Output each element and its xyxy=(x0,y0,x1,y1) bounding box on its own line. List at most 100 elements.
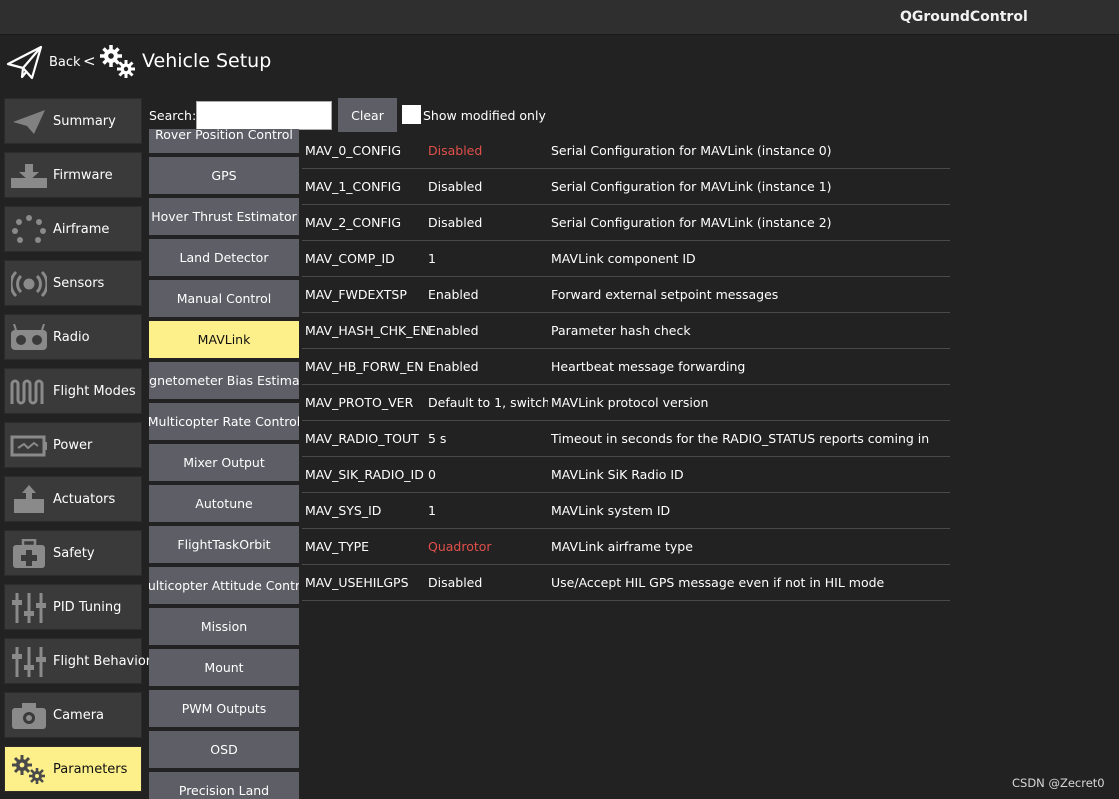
table-row[interactable]: MAV_SIK_RADIO_ID 0 MAVLink SiK Radio ID xyxy=(302,457,950,493)
param-description: MAVLink protocol version xyxy=(551,395,709,410)
nav-label: Flight Modes xyxy=(53,384,136,399)
group-rover-position-control[interactable]: Rover Position Control xyxy=(149,129,299,153)
param-name: MAV_FWDEXTSP xyxy=(305,287,407,302)
group-label: Multicopter Rate Control xyxy=(149,414,299,429)
param-description: MAVLink component ID xyxy=(551,251,696,266)
nav-label: Sensors xyxy=(53,276,105,291)
group-autotune[interactable]: Autotune xyxy=(149,485,299,522)
parameter-group-list: Rover Position Control GPS Hover Thrust Es… xyxy=(146,129,302,799)
table-row[interactable]: MAV_HB_FORW_EN Enabled Heartbeat message f… xyxy=(302,349,950,385)
nav-flight-modes[interactable]: Flight Modes xyxy=(4,368,142,414)
group-mavlink[interactable]: MAVLink xyxy=(149,321,299,358)
table-row[interactable]: MAV_USEHILGPS Disabled Use/Accept HIL GPS … xyxy=(302,565,950,601)
group-label: Autotune xyxy=(195,496,253,511)
dots-circle-icon xyxy=(9,215,49,245)
group-gps[interactable]: GPS xyxy=(149,157,299,194)
gears-icon xyxy=(100,45,135,78)
param-name: MAV_PROTO_VER xyxy=(305,395,414,410)
group-label: GPS xyxy=(211,168,237,183)
param-description: Forward external setpoint messages xyxy=(551,287,779,302)
table-row[interactable]: MAV_1_CONFIG Disabled Serial Configuration… xyxy=(302,169,950,205)
group-mixer-output[interactable]: Mixer Output xyxy=(149,444,299,481)
param-value: Disabled xyxy=(428,575,483,590)
group-label: Rover Position Control xyxy=(155,129,293,142)
group-land-detector[interactable]: Land Detector xyxy=(149,239,299,276)
table-row[interactable]: MAV_SYS_ID 1 MAVLink system ID xyxy=(302,493,950,529)
nav-sensors[interactable]: Sensors xyxy=(4,260,142,306)
group-magnetometer-bias-estimator[interactable]: Magnetometer Bias Estimator xyxy=(149,362,299,399)
param-description: Serial Configuration for MAVLink (instan… xyxy=(551,179,832,194)
nav-camera[interactable]: Camera xyxy=(4,692,142,738)
nav-safety[interactable]: Safety xyxy=(4,530,142,576)
param-value: 1 xyxy=(428,503,436,518)
nav-pid-tuning[interactable]: PID Tuning xyxy=(4,584,142,630)
group-label: PWM Outputs xyxy=(181,701,267,716)
group-manual-control[interactable]: Manual Control xyxy=(149,280,299,317)
gears-icon xyxy=(9,755,49,785)
param-name: MAV_HB_FORW_EN xyxy=(305,359,424,374)
clear-button[interactable]: Clear xyxy=(338,98,397,132)
actuator-icon xyxy=(9,485,49,515)
nav-airframe[interactable]: Airframe xyxy=(4,206,142,252)
group-multicopter-attitude-control[interactable]: Multicopter Attitude Control xyxy=(149,567,299,604)
table-row[interactable]: MAV_TYPE Quadrotor MAVLink airframe type xyxy=(302,529,950,565)
table-row[interactable]: MAV_HASH_CHK_EN Enabled Parameter hash che… xyxy=(302,313,950,349)
nav-flight-behavior[interactable]: Flight Behavior xyxy=(4,638,151,684)
group-pwm-outputs[interactable]: PWM Outputs xyxy=(149,690,299,727)
param-name: MAV_COMP_ID xyxy=(305,251,395,266)
group-mission[interactable]: Mission xyxy=(149,608,299,645)
group-label: FlightTaskOrbit xyxy=(177,537,271,552)
param-name: MAV_SIK_RADIO_ID xyxy=(305,467,424,482)
breadcrumb-separator: < xyxy=(83,52,96,70)
param-name: MAV_2_CONFIG xyxy=(305,215,402,230)
param-description: Heartbeat message forwarding xyxy=(551,359,746,374)
param-value: Quadrotor xyxy=(428,539,492,554)
group-mount[interactable]: Mount xyxy=(149,649,299,686)
nav-firmware[interactable]: Firmware xyxy=(4,152,142,198)
table-row[interactable]: MAV_RADIO_TOUT 5 s Timeout in seconds for … xyxy=(302,421,950,457)
group-label: Mixer Output xyxy=(183,455,265,470)
nav-label: Camera xyxy=(53,708,105,723)
nav-parameters[interactable]: Parameters xyxy=(4,746,142,792)
paper-plane-icon xyxy=(9,107,49,137)
table-row[interactable]: MAV_PROTO_VER Default to 1, switch to 2 i… xyxy=(302,385,950,421)
table-row[interactable]: MAV_COMP_ID 1 MAVLink component ID xyxy=(302,241,950,277)
nav-power[interactable]: Power xyxy=(4,422,142,468)
group-precision-land[interactable]: Precision Land xyxy=(149,772,299,799)
param-name: MAV_TYPE xyxy=(305,539,370,554)
group-multicopter-rate-control[interactable]: Multicopter Rate Control xyxy=(149,403,299,440)
nav-actuators[interactable]: Actuators xyxy=(4,476,142,522)
param-value: Enabled xyxy=(428,359,479,374)
param-description: Timeout in seconds for the RADIO_STATUS … xyxy=(551,431,930,446)
nav-summary[interactable]: Summary xyxy=(4,98,142,144)
param-description: Serial Configuration for MAVLink (instan… xyxy=(551,143,832,158)
search-bar: Search: Clear Show modified only xyxy=(146,97,566,133)
table-row[interactable]: MAV_0_CONFIG Disabled Serial Configuration… xyxy=(302,133,950,169)
show-modified-checkbox[interactable] xyxy=(402,105,421,124)
table-row[interactable]: MAV_FWDEXTSP Enabled Forward external setp… xyxy=(302,277,950,313)
nav-radio[interactable]: Radio xyxy=(4,314,142,360)
show-modified-label: Show modified only xyxy=(423,108,546,123)
setup-sidebar: Summary Firmware Airframe Sensors Radio Fligh… xyxy=(0,95,151,799)
nav-label: Radio xyxy=(53,330,90,345)
group-label: Hover Thrust Estimator xyxy=(151,209,297,224)
group-label: OSD xyxy=(210,742,238,757)
back-button[interactable]: Back xyxy=(49,55,81,70)
group-label: Mount xyxy=(204,660,244,675)
group-osd[interactable]: OSD xyxy=(149,731,299,768)
page-title: Vehicle Setup xyxy=(142,50,272,72)
sliders-icon xyxy=(9,593,49,623)
group-label: Land Detector xyxy=(179,250,269,265)
search-input[interactable] xyxy=(196,101,332,130)
group-hover-thrust-estimator[interactable]: Hover Thrust Estimator xyxy=(149,198,299,235)
param-description: Parameter hash check xyxy=(551,323,691,338)
group-label: Mission xyxy=(200,619,248,634)
paper-plane-back-icon[interactable] xyxy=(6,44,44,82)
param-value: 5 s xyxy=(428,431,447,446)
parameter-table: MAV_0_CONFIG Disabled Serial Configuration… xyxy=(302,133,950,601)
table-row[interactable]: MAV_2_CONFIG Disabled Serial Configuration… xyxy=(302,205,950,241)
nav-label: Safety xyxy=(53,546,95,561)
group-flighttaskorbit[interactable]: FlightTaskOrbit xyxy=(149,526,299,563)
param-name: MAV_SYS_ID xyxy=(305,503,382,518)
param-name: MAV_HASH_CHK_EN xyxy=(305,323,430,338)
